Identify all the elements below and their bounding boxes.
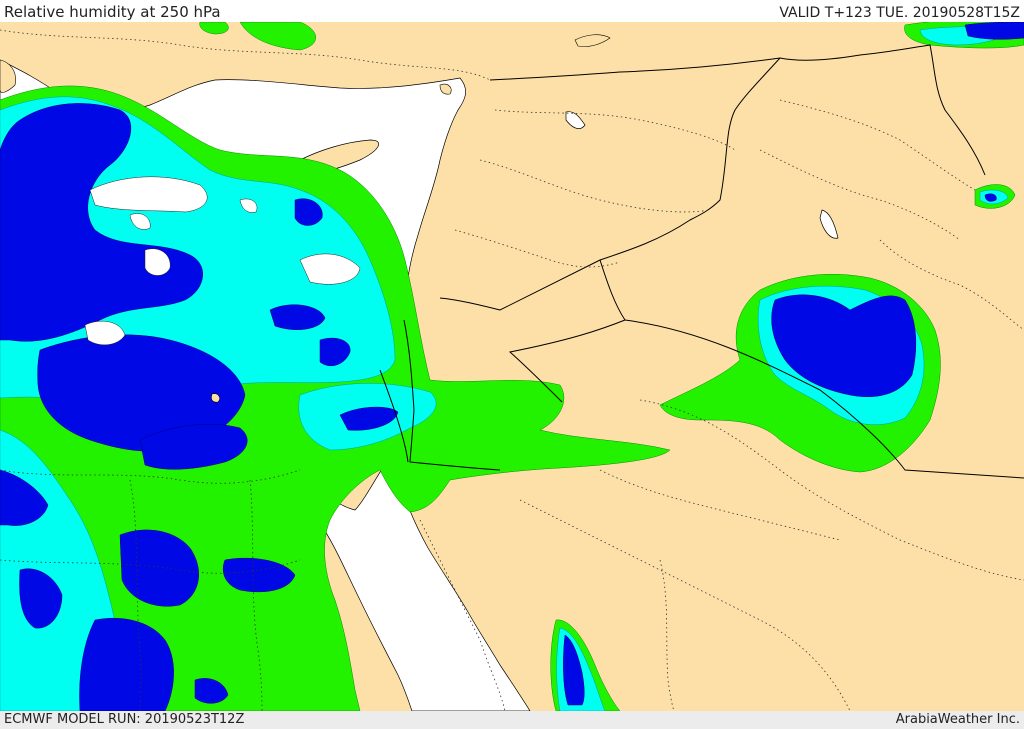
model-run-label: ECMWF MODEL RUN: 20190523T12Z: [4, 712, 245, 727]
map-panel[interactable]: [0, 22, 1024, 711]
footer-bar: ECMWF MODEL RUN: 20190523T12Z ArabiaWeat…: [0, 711, 1024, 729]
map-title: Relative humidity at 250 hPa: [4, 3, 221, 21]
credit-label: ArabiaWeather Inc.: [895, 712, 1020, 727]
humidity-map: [0, 22, 1024, 711]
valid-time: VALID T+123 TUE. 20190528T15Z: [779, 5, 1020, 21]
header-bar: Relative humidity at 250 hPa VALID T+123…: [0, 0, 1024, 22]
